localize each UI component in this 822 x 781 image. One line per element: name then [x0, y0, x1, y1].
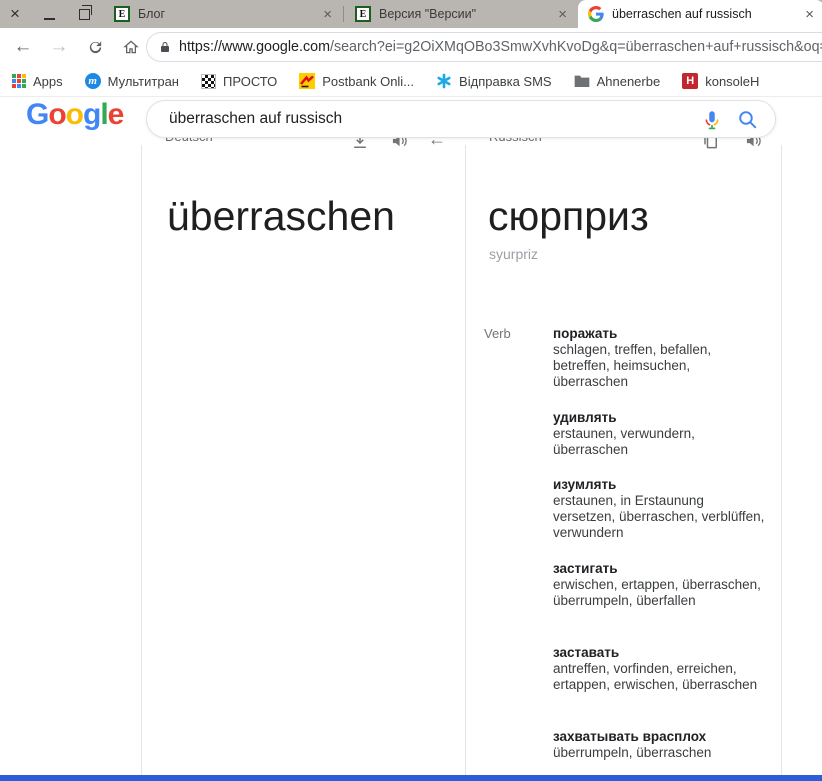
- transliteration: syurpriz: [489, 246, 538, 262]
- bookmark-label: Postbank Onli...: [322, 74, 414, 89]
- window-restore-button[interactable]: [79, 9, 90, 20]
- translation-entry: изумлять erstaunen, in Erstaunung verset…: [553, 477, 765, 541]
- bookmark-label: ПРОСТО: [223, 74, 277, 89]
- url-path: /search?ei=g2OiXMqOBo3SmwXvhKvoDg&q=über…: [330, 39, 822, 55]
- translation-synonyms: erstaunen, verwundern, überraschen: [553, 426, 765, 458]
- search-icon[interactable]: [737, 109, 759, 131]
- bookmark-sms[interactable]: Відправка SMS: [436, 73, 552, 89]
- bookmark-label: Відправка SMS: [459, 74, 552, 89]
- source-word: überraschen: [167, 193, 395, 240]
- bookmark-label: konsoleH: [705, 74, 759, 89]
- logo-letter: l: [100, 98, 107, 131]
- folder-icon: [574, 74, 590, 88]
- kyivstar-star-icon: [436, 73, 452, 89]
- tab-close-icon[interactable]: ×: [805, 7, 814, 22]
- translation-word[interactable]: заставать: [553, 645, 765, 661]
- tab-close-icon[interactable]: ×: [323, 7, 332, 22]
- translation-entry: удивлять erstaunen, verwundern, überrasc…: [553, 410, 765, 458]
- apps-grid-icon: [12, 74, 26, 88]
- qr-favicon-icon: [201, 74, 216, 89]
- card-right-border: [781, 145, 782, 775]
- bookmark-konsoleh[interactable]: H konsoleH: [682, 73, 759, 89]
- voice-search-icon[interactable]: [701, 109, 723, 131]
- translation-synonyms: schlagen, treffen, befallen, betreffen, …: [553, 342, 765, 390]
- window-close-button[interactable]: ×: [10, 3, 20, 25]
- navigation-toolbar: ← → https://www.google.com/search?ei=g2O…: [0, 28, 822, 66]
- translated-word: сюрприз: [488, 193, 649, 240]
- reload-button[interactable]: [84, 36, 106, 58]
- bookmark-prosto[interactable]: ПРОСТО: [201, 74, 277, 89]
- bookmark-postbank[interactable]: Postbank Onli...: [299, 73, 414, 89]
- logo-letter: g: [83, 98, 100, 131]
- tab-title: Версия "Версии": [379, 7, 550, 21]
- tab-separator: [343, 6, 344, 22]
- konsoleh-favicon-icon: H: [682, 73, 698, 89]
- tab-active-google-search[interactable]: überraschen auf russisch ×: [578, 0, 822, 28]
- bookmark-label: Ahnenerbe: [597, 74, 661, 89]
- bookmark-multitran[interactable]: m Мультитран: [85, 73, 179, 89]
- translation-word[interactable]: поражать: [553, 326, 765, 342]
- address-bar[interactable]: https://www.google.com/search?ei=g2OiXMq…: [146, 32, 822, 62]
- window-minimize-button[interactable]: [44, 18, 55, 20]
- search-box[interactable]: überraschen auf russisch: [146, 100, 776, 138]
- google-logo[interactable]: Google: [26, 98, 123, 132]
- bookmark-label: Apps: [33, 74, 63, 89]
- card-left-border: [141, 145, 142, 775]
- tab-blog[interactable]: E Блог ×: [104, 0, 342, 28]
- postbank-favicon-icon: [299, 73, 315, 89]
- reload-icon: [87, 39, 104, 56]
- translation-word[interactable]: застигать: [553, 561, 765, 577]
- bookmarks-bar: Apps m Мультитран ПРОСТО Postbank Onli..…: [0, 66, 822, 97]
- home-button[interactable]: [120, 36, 142, 58]
- translation-synonyms: erstaunen, in Erstaunung versetzen, über…: [553, 493, 765, 541]
- google-g-favicon-icon: [588, 6, 604, 22]
- url-host: https://www.google.com: [179, 39, 330, 55]
- logo-letter: o: [48, 98, 65, 131]
- bookmark-apps[interactable]: Apps: [12, 74, 63, 89]
- forward-button[interactable]: →: [48, 36, 70, 58]
- lock-icon: [159, 40, 171, 54]
- search-query-text: überraschen auf russisch: [169, 110, 342, 128]
- bookmark-ahnenerbe[interactable]: Ahnenerbe: [574, 74, 661, 89]
- translation-entry: поражать schlagen, treffen, befallen, be…: [553, 326, 765, 390]
- site-favicon-e-icon: E: [355, 6, 371, 22]
- translation-synonyms: antreffen, vorfinden, erreichen, ertappe…: [553, 661, 765, 693]
- translation-entry: захватывать врасплох überrumpeln, überra…: [553, 729, 765, 761]
- tab-versiya[interactable]: E Версия "Версии" ×: [345, 0, 577, 28]
- tab-close-icon[interactable]: ×: [558, 7, 567, 22]
- translation-word[interactable]: удивлять: [553, 410, 765, 426]
- back-button[interactable]: ←: [12, 36, 34, 58]
- translation-word[interactable]: захватывать врасплох: [553, 729, 765, 745]
- bottom-blue-bar: [0, 775, 822, 781]
- tab-strip: × E Блог × E Версия "Версии" × überrasch…: [0, 0, 822, 28]
- tab-title: Блог: [138, 7, 315, 21]
- bookmark-label: Мультитран: [108, 74, 179, 89]
- multitran-favicon-icon: m: [85, 73, 101, 89]
- translation-synonyms: erwischen, ertappen, überraschen, überru…: [553, 577, 765, 609]
- logo-letter: o: [66, 98, 83, 131]
- translation-word[interactable]: изумлять: [553, 477, 765, 493]
- logo-letter: G: [26, 98, 48, 131]
- card-middle-divider: [465, 145, 466, 775]
- site-favicon-e-icon: E: [114, 6, 130, 22]
- translation-entry: заставать antreffen, vorfinden, erreiche…: [553, 645, 765, 693]
- translation-entry: застигать erwischen, ertappen, überrasch…: [553, 561, 765, 609]
- logo-letter: e: [108, 98, 124, 131]
- translation-synonyms: überrumpeln, überraschen: [553, 745, 765, 761]
- home-icon: [122, 38, 140, 56]
- browser-window: × E Блог × E Версия "Версии" × überrasch…: [0, 0, 822, 781]
- tab-title: überraschen auf russisch: [612, 7, 797, 21]
- part-of-speech-label: Verb: [484, 326, 511, 341]
